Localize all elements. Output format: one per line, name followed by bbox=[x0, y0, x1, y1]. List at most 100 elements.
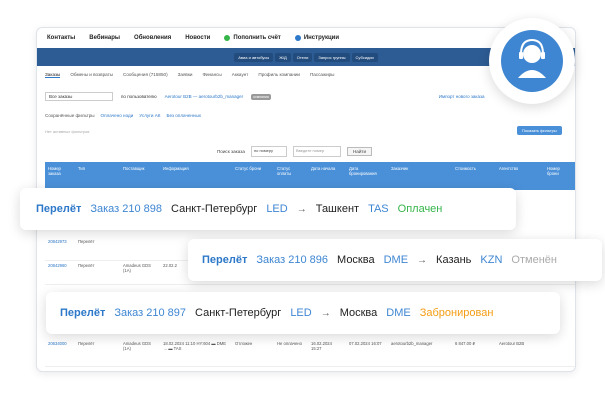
filter-link[interactable]: Услуги АК bbox=[139, 113, 160, 118]
search-label: Поиск заказа bbox=[217, 149, 245, 154]
orders-select[interactable]: Все заказы bbox=[45, 92, 113, 101]
nav-webinars[interactable]: Вебинары bbox=[89, 35, 120, 41]
support-avatar[interactable] bbox=[489, 18, 575, 104]
order-type: Перелёт bbox=[78, 263, 95, 268]
order-type: Перелёт bbox=[78, 239, 95, 244]
tab-finance[interactable]: Финансы bbox=[202, 72, 221, 78]
nav-news[interactable]: Новости bbox=[185, 35, 210, 41]
filter-link[interactable]: Без оплаченных bbox=[166, 113, 201, 118]
col-info[interactable]: Информация bbox=[160, 162, 232, 190]
filter-link[interactable]: Оплачено ноди bbox=[101, 113, 134, 118]
order-cost: 6 847.00 ₽ bbox=[455, 341, 476, 346]
col-customer[interactable]: Заказчик bbox=[388, 162, 452, 190]
tab-company[interactable]: Профиль компании bbox=[258, 72, 300, 78]
order-supplier: Amadeus GDS (1A) bbox=[123, 263, 151, 273]
col-booking-date[interactable]: Дата бронирования bbox=[346, 162, 388, 190]
card-order-number: Заказ 210 897 bbox=[114, 307, 187, 319]
service-subsidies[interactable]: Субсидии bbox=[351, 52, 378, 62]
service-rail[interactable]: Ж/Д bbox=[275, 52, 291, 62]
service-hotels[interactable]: Отели bbox=[292, 52, 313, 62]
table-header: Номер заказа Тип Поставщик Информация Ст… bbox=[45, 162, 575, 190]
card-status: Отменён bbox=[511, 254, 557, 266]
card-to-city: Ташкент bbox=[315, 203, 360, 215]
tab-requests[interactable]: Заявки bbox=[178, 72, 193, 78]
instructions-label: Инструкции bbox=[303, 35, 340, 41]
col-booking-status[interactable]: Статус брони bbox=[232, 162, 274, 190]
card-to-code: TAS bbox=[368, 203, 389, 215]
search-button[interactable]: Найти bbox=[346, 147, 373, 156]
nav-contacts[interactable]: Контакты bbox=[47, 35, 75, 41]
user-badge: компания bbox=[251, 93, 271, 100]
col-payment-status[interactable]: Статус оплаты bbox=[274, 162, 308, 190]
order-number-link[interactable]: 20842960 bbox=[45, 260, 75, 284]
card-order-number: Заказ 210 898 bbox=[90, 203, 163, 215]
search-by-select[interactable]: по номеру bbox=[250, 146, 287, 157]
topup-label: Пополнить счёт bbox=[233, 35, 281, 41]
tabs: Заказы Обмены и возвраты Сообщения (7158… bbox=[45, 72, 335, 78]
col-number[interactable]: Номер заказа bbox=[45, 162, 75, 190]
order-payment-status: Не оплачено bbox=[277, 341, 302, 346]
search-input[interactable]: Введите номер bbox=[292, 146, 341, 157]
service-avia[interactable]: Авиа и автобусы bbox=[234, 52, 274, 62]
user-link[interactable]: Aerotour B2B — aerotourb2b_manager bbox=[165, 94, 244, 99]
card-order-number: Заказ 210 896 bbox=[256, 254, 329, 266]
tab-exchanges[interactable]: Обмены и возвраты bbox=[70, 72, 113, 78]
orders-filter-row: Все заказы по пользователю Aerotour B2B … bbox=[45, 92, 485, 101]
card-type: Перелёт bbox=[60, 307, 106, 319]
table-row[interactable]: 20634000 Перелёт Amadeus GDS (1A) 18.02.… bbox=[45, 338, 575, 367]
card-status: Забронирован bbox=[419, 307, 494, 319]
order-card[interactable]: Перелёт Заказ 210 897 Санкт-Петербург LE… bbox=[46, 292, 560, 334]
order-number-link[interactable]: 20842973 bbox=[45, 236, 75, 260]
instructions-link[interactable]: Инструкции bbox=[294, 35, 340, 41]
show-filters-button[interactable]: Показать фильтры bbox=[517, 126, 562, 135]
card-from-code: LED bbox=[266, 203, 288, 215]
card-to-code: DME bbox=[386, 307, 411, 319]
order-number-link[interactable]: 20634000 bbox=[45, 338, 75, 366]
card-type: Перелёт bbox=[202, 254, 248, 266]
tab-orders[interactable]: Заказы bbox=[45, 72, 61, 78]
card-from-city: Санкт-Петербург bbox=[195, 307, 282, 319]
tab-messages[interactable]: Сообщения (715850) bbox=[123, 72, 168, 78]
order-agency: Aerotour B2B bbox=[499, 341, 525, 346]
col-supplier[interactable]: Поставщик bbox=[120, 162, 160, 190]
order-type: Перелёт bbox=[78, 341, 95, 346]
no-filters-text: Нет активных фильтров bbox=[45, 129, 90, 134]
tab-passengers[interactable]: Пассажиры bbox=[310, 72, 335, 78]
order-card[interactable]: Перелёт Заказ 210 896 Москва DME → Казан… bbox=[188, 239, 602, 281]
order-booking-date: 07.02.2024 16:07 bbox=[349, 341, 382, 346]
order-start-date: 16.02.2024 15:27 bbox=[311, 341, 332, 351]
col-cost[interactable]: Стоимость bbox=[452, 162, 496, 190]
card-from-code: DME bbox=[383, 254, 409, 266]
card-type: Перелёт bbox=[36, 203, 82, 215]
arrow-right-icon: → bbox=[296, 203, 307, 215]
card-from-city: Москва bbox=[337, 254, 375, 266]
arrow-right-icon: → bbox=[417, 254, 428, 266]
plus-icon bbox=[224, 35, 231, 41]
card-to-city: Москва bbox=[339, 307, 378, 319]
order-card[interactable]: Перелёт Заказ 210 898 Санкт-Петербург LE… bbox=[20, 188, 516, 230]
tab-account[interactable]: Аккаунт bbox=[232, 72, 249, 78]
nav-updates[interactable]: Обновления bbox=[134, 35, 171, 41]
card-to-code: KZN bbox=[480, 254, 503, 266]
col-type[interactable]: Тип bbox=[75, 162, 120, 190]
saved-filters-label: Сохранённые фильтры bbox=[45, 113, 95, 118]
order-booking-status: Отложен bbox=[235, 341, 253, 346]
col-booking-number[interactable]: Номер брони bbox=[544, 162, 574, 190]
card-status: Оплачен bbox=[397, 203, 443, 215]
col-agency[interactable]: Агентство bbox=[496, 162, 544, 190]
service-group[interactable]: Запрос группы bbox=[314, 52, 350, 62]
info-icon bbox=[294, 35, 301, 41]
support-agent-icon bbox=[501, 30, 563, 92]
order-customer: aerotourb2b_manager bbox=[391, 341, 433, 346]
order-info: 18.02.2024 11:10 HY:604 ▬ DME → ▬ TAS bbox=[163, 341, 227, 351]
import-link[interactable]: Импорт нового заказа bbox=[439, 94, 485, 99]
card-from-code: LED bbox=[290, 307, 312, 319]
topup-link[interactable]: Пополнить счёт bbox=[224, 35, 281, 41]
col-start-date[interactable]: Дата начала bbox=[308, 162, 346, 190]
arrow-right-icon: → bbox=[320, 307, 331, 319]
by-user-label: по пользователю bbox=[121, 94, 157, 99]
order-search: Поиск заказа по номеру Введите номер Най… bbox=[217, 146, 373, 157]
saved-filters: Сохранённые фильтры Оплачено ноди Услуги… bbox=[45, 113, 201, 118]
card-to-city: Казань bbox=[436, 254, 472, 266]
card-from-city: Санкт-Петербург bbox=[171, 203, 258, 215]
